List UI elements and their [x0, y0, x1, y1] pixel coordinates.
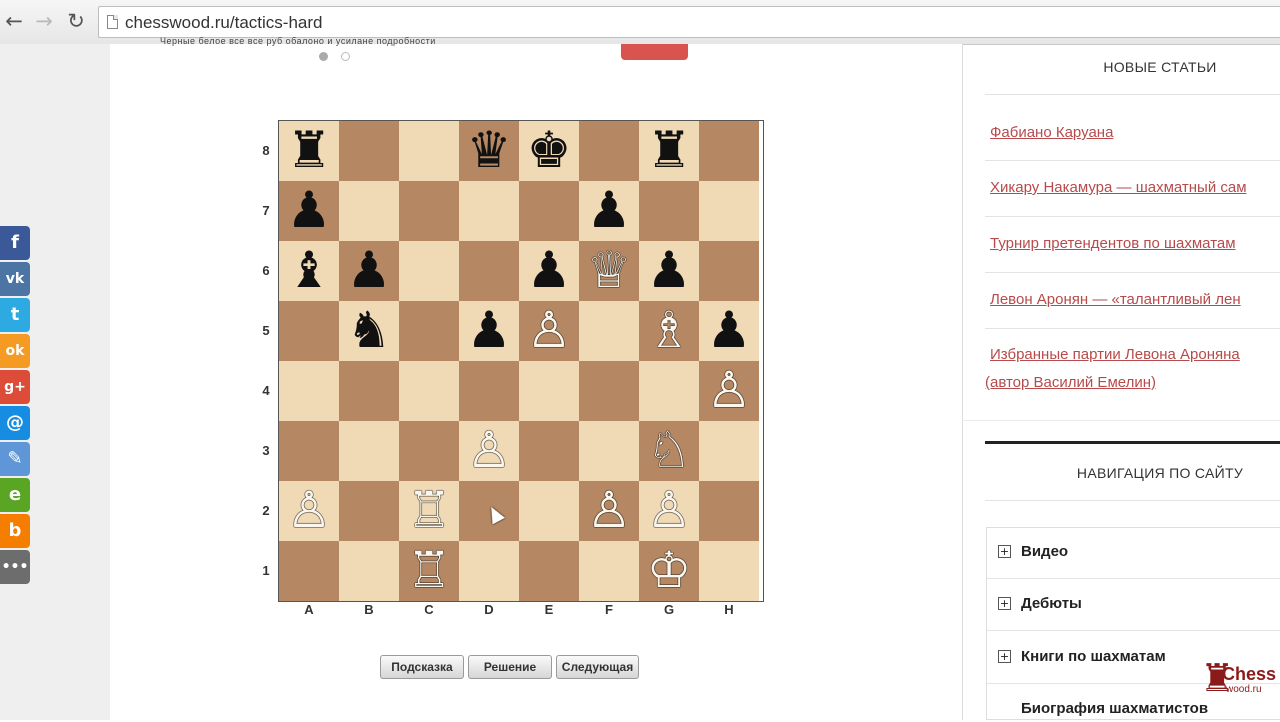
chesswood-logo: ♜ Chess wood.ru: [1200, 656, 1276, 700]
sidebar-separator: [962, 420, 1280, 421]
article-link[interactable]: Фабиано Каруана: [990, 124, 1113, 141]
blogger-icon[interactable]: b: [0, 514, 30, 548]
nav-separator: [987, 630, 1280, 631]
sidebar-separator: [985, 500, 1280, 501]
rank-label: 5: [262, 323, 270, 338]
evernote-icon[interactable]: e: [0, 478, 30, 512]
article-link-continued[interactable]: (автор Василий Емелин): [985, 374, 1156, 391]
rank-label: 8: [262, 143, 270, 158]
more-icon[interactable]: •••: [0, 550, 30, 584]
google-plus-icon[interactable]: g+: [0, 370, 30, 404]
new-articles-title: НОВЫЕ СТАТЬИ: [1103, 59, 1217, 75]
sidebar-separator: [985, 328, 1280, 329]
board-frame: [278, 120, 764, 602]
hint-button[interactable]: Подсказка: [380, 655, 464, 679]
file-label: C: [424, 602, 434, 617]
file-label: H: [724, 602, 734, 617]
nav-item-biographies[interactable]: Биография шахматистов: [1021, 700, 1208, 722]
file-label: F: [605, 602, 613, 617]
file-label: E: [544, 602, 554, 617]
mail-icon[interactable]: @: [0, 406, 30, 440]
nav-item-label: Видео: [1021, 543, 1069, 560]
address-bar[interactable]: chesswood.ru/tactics-hard: [98, 6, 1280, 38]
sidebar-separator: [985, 216, 1280, 217]
nav-item-label: Дебюты: [1021, 595, 1082, 612]
nav-item-video[interactable]: + Видео: [998, 543, 1068, 565]
expand-plus-icon[interactable]: +: [998, 650, 1011, 663]
sidebar-separator: [985, 94, 1280, 95]
logo-text: Chess: [1222, 664, 1277, 684]
file-label: B: [364, 602, 374, 617]
article-link[interactable]: Избранные партии Левона Ароняна: [990, 346, 1240, 363]
slider-dot-1[interactable]: [319, 52, 328, 61]
reload-icon[interactable]: ↻: [64, 9, 88, 33]
red-header-button[interactable]: [621, 44, 688, 60]
twitter-icon[interactable]: t: [0, 298, 30, 332]
file-label: G: [663, 602, 675, 617]
sidebar-separator: [985, 272, 1280, 273]
share-bar: f vk t ok g+ @ ✎ e b •••: [0, 226, 30, 586]
facebook-icon[interactable]: f: [0, 226, 30, 260]
sidebar-divider: [962, 44, 963, 720]
arrow-right-icon[interactable]: →: [32, 9, 56, 33]
article-link[interactable]: Левон Аронян — «талантливый лен: [990, 291, 1241, 308]
arrow-left-icon[interactable]: ←: [2, 9, 26, 33]
slider-dot-2[interactable]: [341, 52, 350, 61]
rank-label: 6: [262, 263, 270, 278]
logo-subtext: wood.ru: [1226, 684, 1262, 695]
rank-label: 1: [262, 563, 270, 578]
site-nav-title: НАВИГАЦИЯ ПО САЙТУ: [1076, 465, 1244, 481]
odnoklassniki-icon[interactable]: ok: [0, 334, 30, 368]
article-link[interactable]: Турнир претендентов по шахматам: [990, 235, 1236, 252]
article-link[interactable]: Хикару Накамура — шахматный сам: [990, 179, 1247, 196]
expand-plus-icon[interactable]: +: [998, 545, 1011, 558]
rank-label: 4: [262, 383, 270, 398]
next-button[interactable]: Следующая: [556, 655, 639, 679]
rank-label: 3: [262, 443, 270, 458]
rank-label: 2: [262, 503, 270, 518]
url-text[interactable]: chesswood.ru/tactics-hard: [125, 13, 322, 33]
livejournal-icon[interactable]: ✎: [0, 442, 30, 476]
nav-item-openings[interactable]: + Дебюты: [998, 595, 1082, 617]
nav-separator: [987, 578, 1280, 579]
expand-plus-icon[interactable]: +: [998, 597, 1011, 610]
section-rule: [985, 441, 1280, 444]
vk-icon[interactable]: vk: [0, 262, 30, 296]
rank-label: 7: [262, 203, 270, 218]
file-label: A: [304, 602, 314, 617]
sidebar-separator: [985, 160, 1280, 161]
nav-item-books[interactable]: + Книги по шахматам: [998, 648, 1166, 670]
header-snippet: Черные белое все все руб обалоно и усила…: [160, 36, 436, 46]
file-label: D: [484, 602, 494, 617]
nav-item-label: Книги по шахматам: [1021, 648, 1166, 665]
solution-button[interactable]: Решение: [468, 655, 552, 679]
page-icon: [107, 15, 118, 29]
